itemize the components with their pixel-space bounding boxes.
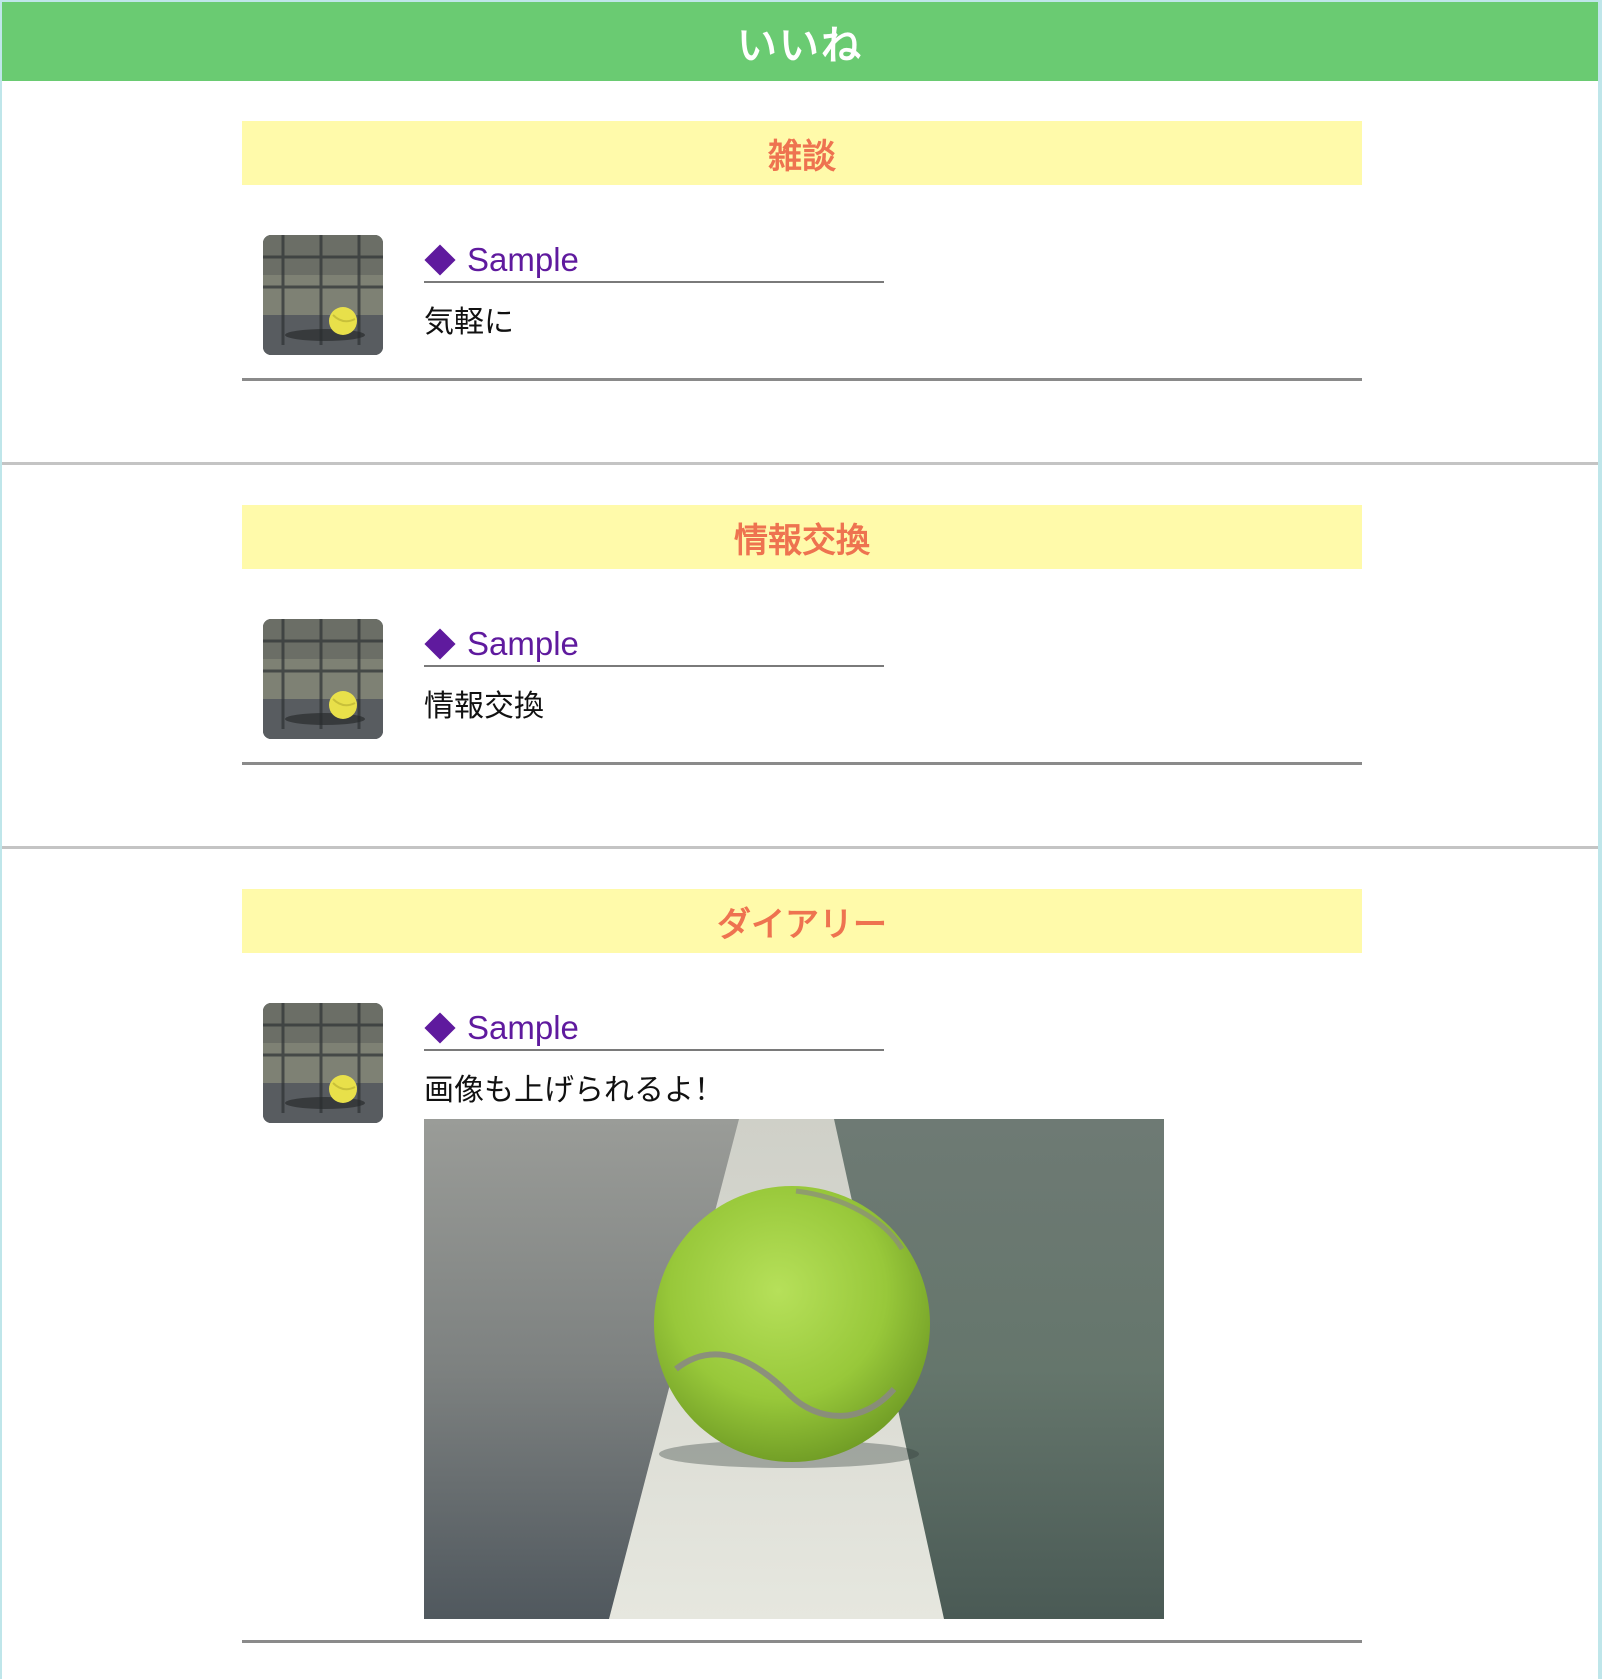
tennis-ball-avatar-image [263, 1003, 383, 1123]
post-image-tennis-ball[interactable] [424, 1119, 1164, 1619]
post-author[interactable]: Sample [467, 1009, 579, 1047]
post-text: 気軽に [424, 305, 514, 340]
category-section: 雑談 Sample 気軽に [2, 81, 1598, 465]
category-title: 情報交換 [734, 520, 870, 561]
post-text: 情報交換 [424, 689, 544, 724]
diamond-icon [424, 628, 456, 660]
category-header[interactable]: 情報交換 [242, 505, 1362, 569]
tennis-ball-avatar-image [263, 619, 383, 739]
category-title: 雑談 [768, 136, 836, 177]
post-text: 画像も上げられるよ！ [424, 1073, 724, 1108]
category-header[interactable]: ダイアリー [242, 889, 1362, 953]
post-item[interactable]: Sample 気軽に [242, 235, 1362, 381]
avatar[interactable] [263, 619, 383, 739]
category-header[interactable]: 雑談 [242, 121, 1362, 185]
avatar[interactable] [263, 1003, 383, 1123]
post-author[interactable]: Sample [467, 241, 579, 279]
post-title[interactable]: Sample [424, 1007, 884, 1051]
diamond-icon [424, 244, 456, 276]
post-title[interactable]: Sample [424, 239, 884, 283]
post-author[interactable]: Sample [467, 625, 579, 663]
category-title: ダイアリー [717, 904, 887, 945]
category-section: 情報交換 Sample 情報交換 [2, 465, 1598, 849]
avatar[interactable] [263, 235, 383, 355]
post-title[interactable]: Sample [424, 623, 884, 667]
category-section: ダイアリー Sample 画像も上げられるよ！ [2, 849, 1598, 1679]
tennis-ball-avatar-image [263, 235, 383, 355]
diamond-icon [424, 1012, 456, 1044]
page-title: いいね [737, 22, 863, 69]
page-header: いいね [2, 0, 1598, 81]
page-frame: いいね 雑談 Sample 気軽に 情報交換 Sample 情報交換 ダイアリー… [0, 0, 1602, 1679]
post-item[interactable]: Sample 画像も上げられるよ！ [242, 1003, 1362, 1643]
post-item[interactable]: Sample 情報交換 [242, 619, 1362, 765]
